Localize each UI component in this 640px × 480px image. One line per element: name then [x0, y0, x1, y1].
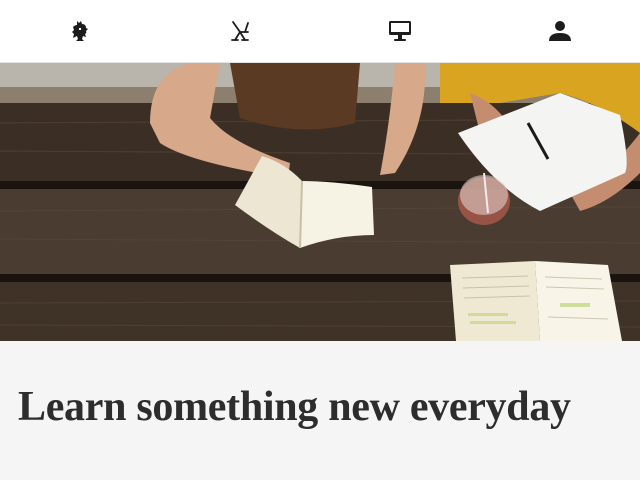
hero-image: [0, 63, 640, 341]
nav-home-button[interactable]: [56, 9, 104, 53]
monitor-icon: [388, 20, 412, 42]
user-icon: [548, 20, 572, 42]
nav-furniture-button[interactable]: [216, 9, 264, 53]
page-headline: Learn something new everyday: [18, 384, 571, 430]
intro-section: Learn something new everyday: [0, 341, 640, 480]
lion-crest-icon: [70, 20, 90, 42]
nav-computer-button[interactable]: [376, 9, 424, 53]
students-reading-at-picnic-table-photo: [0, 63, 640, 341]
chair-icon: [228, 20, 252, 42]
app-page: Learn something new everyday: [0, 0, 640, 480]
top-nav: [0, 0, 640, 63]
nav-account-button[interactable]: [536, 9, 584, 53]
